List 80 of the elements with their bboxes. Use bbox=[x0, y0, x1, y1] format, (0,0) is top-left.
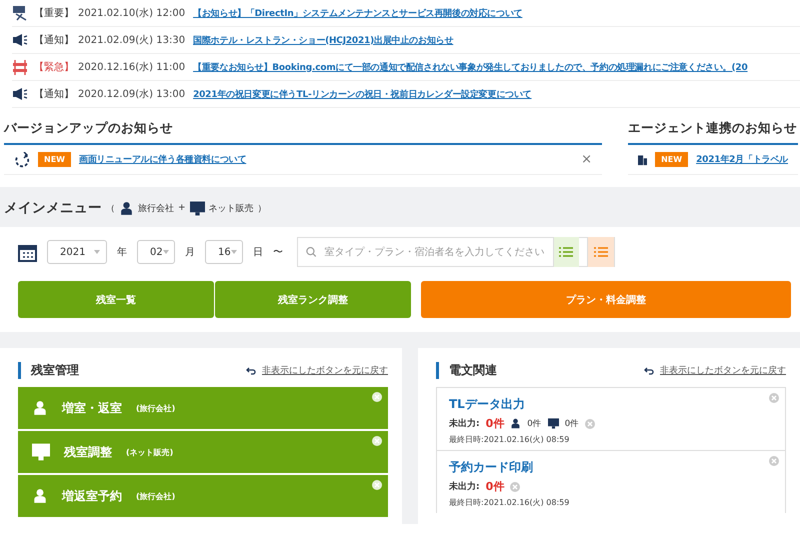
pending-count: 0件 bbox=[486, 479, 504, 494]
agent-count: 0件 bbox=[527, 418, 542, 430]
calendar-icon bbox=[18, 242, 37, 262]
refresh-icon bbox=[14, 152, 30, 168]
notice-date: 2020.12.16(水) 11:00 bbox=[78, 60, 186, 74]
item-title[interactable]: 予約カード印刷 bbox=[449, 460, 533, 474]
notice-date: 2021.02.09(火) 13:30 bbox=[78, 34, 186, 47]
person-icon bbox=[119, 200, 134, 216]
person-icon bbox=[510, 418, 522, 429]
notice-link[interactable]: 2021年の祝日変更に伴うTL-リンカーンの祝日・祝前日カレンダー設定変更について bbox=[193, 88, 532, 100]
close-icon[interactable] bbox=[372, 480, 382, 490]
pending-label: 未出力: bbox=[449, 417, 480, 430]
list-view-button[interactable] bbox=[587, 237, 614, 267]
notice-tag: 【通知】 bbox=[34, 33, 74, 47]
new-badge: NEW bbox=[38, 152, 71, 167]
year-unit: 年 bbox=[117, 246, 127, 259]
last-output-time: 最終日時:2021.02.16(火) 08:59 bbox=[449, 434, 570, 445]
pending-label: 未出力: bbox=[449, 480, 480, 493]
notice-link[interactable]: 【お知らせ】「DirectIn」システムメンテナンスとサービス再開後の対応について bbox=[193, 6, 522, 20]
announcement-link[interactable]: 2021年2月「トラベル bbox=[696, 153, 788, 166]
undo-icon bbox=[246, 366, 256, 374]
announcement-link[interactable]: 画面リニューアルに伴う各種資料について bbox=[78, 153, 246, 166]
list-icon bbox=[594, 247, 608, 257]
close-button[interactable]: × bbox=[581, 152, 592, 167]
month-unit: 月 bbox=[185, 246, 195, 259]
menu-button[interactable]: プラン・料金調整 bbox=[421, 281, 791, 318]
day-select[interactable]: 16 bbox=[205, 240, 243, 264]
legend-paren: ） bbox=[258, 202, 267, 214]
menu-button[interactable]: 残室ランク調整 bbox=[215, 281, 411, 318]
close-icon[interactable] bbox=[585, 418, 596, 428]
legend-label: ネット販売 bbox=[208, 202, 254, 214]
megaphone-icon bbox=[12, 87, 28, 101]
pending-count: 0件 bbox=[486, 416, 504, 431]
tool-icon bbox=[12, 5, 28, 21]
list-view-button[interactable] bbox=[552, 237, 580, 267]
notice-date: 2021.02.10(水) 12:00 bbox=[78, 6, 186, 20]
notice-link[interactable]: 【重要なお知らせ】Booking.comにて一部の通知で配信されない事象が発生しておりましたので、予約の処理漏れにご注意ください。(20 bbox=[193, 60, 748, 74]
notice-tag: 【通知】 bbox=[34, 87, 74, 101]
close-icon[interactable] bbox=[372, 436, 382, 446]
undo-icon bbox=[644, 366, 654, 374]
card-title: 電文関連 bbox=[436, 362, 497, 379]
legend-paren: （ bbox=[106, 202, 115, 214]
close-icon[interactable] bbox=[372, 392, 382, 402]
close-icon[interactable] bbox=[510, 482, 520, 492]
net-count: 0件 bbox=[564, 418, 580, 430]
notice-date: 2020.12.09(水) 13:00 bbox=[78, 88, 186, 101]
notice-tag: 【緊急】 bbox=[34, 60, 74, 74]
item-title[interactable]: TLデータ出力 bbox=[449, 397, 525, 411]
person-icon bbox=[32, 488, 48, 504]
barrier-icon bbox=[12, 59, 28, 75]
legend-label: 旅行会社 bbox=[138, 202, 174, 214]
megaphone-icon bbox=[12, 33, 28, 47]
notice-tag: 【重要】 bbox=[34, 6, 74, 20]
menu-tile[interactable]: 残室調整 (ネット販売) bbox=[18, 431, 388, 473]
menu-tile[interactable]: 増室・返室 (旅行会社) bbox=[18, 387, 388, 429]
restore-link[interactable]: 非表示にしたボタンを元に戻す bbox=[246, 364, 388, 377]
restore-link[interactable]: 非表示にしたボタンを元に戻す bbox=[644, 364, 786, 377]
card-title: 残室管理 bbox=[18, 362, 79, 379]
day-unit: 日 bbox=[253, 246, 263, 259]
section-title: メインメニュー bbox=[4, 199, 102, 217]
person-icon bbox=[32, 400, 48, 416]
legend-plus: + bbox=[178, 203, 186, 213]
monitor-icon bbox=[190, 200, 205, 216]
list-icon bbox=[559, 247, 574, 257]
close-icon[interactable] bbox=[769, 456, 779, 466]
monitor-icon bbox=[548, 418, 559, 429]
month-select[interactable]: 02 bbox=[137, 240, 175, 264]
menu-tile[interactable]: 増返室予約 (旅行会社) bbox=[18, 475, 388, 517]
search-icon bbox=[306, 246, 317, 258]
last-output-time: 最終日時:2021.02.16(火) 08:59 bbox=[449, 497, 570, 508]
year-select[interactable]: 2021 bbox=[47, 240, 107, 264]
range-tilde: 〜 bbox=[273, 246, 283, 259]
new-badge: NEW bbox=[655, 152, 688, 167]
search-field[interactable]: 室タイプ・プラン・宿泊者名を入力してください bbox=[297, 237, 615, 267]
notice-link[interactable]: 国際ホテル・レストラン・ショー(HCJ2021)出展中止のお知らせ bbox=[193, 34, 454, 46]
monitor-icon bbox=[32, 443, 50, 461]
panel-title: バージョンアップのお知らせ bbox=[4, 116, 602, 145]
menu-button[interactable]: 残室一覧 bbox=[18, 281, 214, 318]
panel-title: エージェント連携のお知らせ bbox=[628, 116, 798, 145]
close-icon[interactable] bbox=[769, 393, 779, 403]
